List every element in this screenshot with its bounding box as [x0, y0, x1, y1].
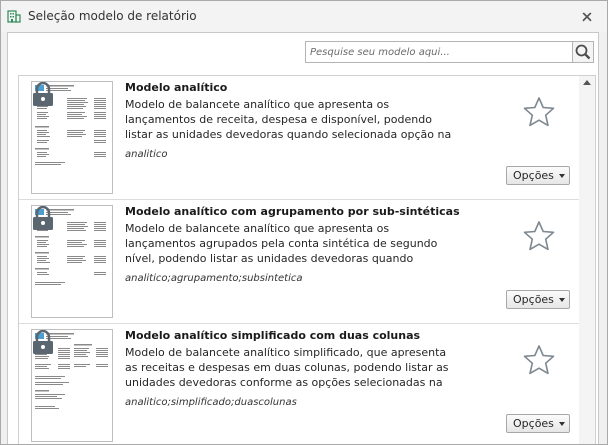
template-description: Modelo de balancete analítico que aprese… [125, 98, 452, 141]
scroll-up-arrow-icon[interactable] [579, 76, 595, 90]
list-item[interactable]: Modelo analítico Modelo de balancete ana… [19, 76, 579, 200]
caret-down-icon [559, 298, 565, 302]
template-tags: analitico;agrupamento;subsintetica [125, 273, 303, 284]
template-description: Modelo de balancete analítico simplifica… [125, 346, 449, 389]
template-title: Modelo analítico simplificado com duas c… [125, 329, 421, 342]
star-icon[interactable] [523, 344, 555, 376]
template-tags: analitico;simplificado;duascolunas [125, 397, 297, 408]
options-button[interactable]: Opções [506, 166, 570, 185]
template-thumbnail [31, 329, 113, 442]
star-icon[interactable] [523, 96, 555, 128]
template-title: Modelo analítico com agrupamento por sub… [125, 205, 460, 218]
list-item[interactable]: Modelo analítico simplificado com duas c… [19, 324, 579, 444]
caret-down-icon [559, 422, 565, 426]
options-label: Opções [513, 293, 554, 306]
template-list[interactable]: Modelo analítico Modelo de balancete ana… [18, 75, 596, 444]
search-box [305, 41, 573, 63]
report-template-dialog: Seleção modelo de relatório Pesquise seu… [0, 0, 608, 445]
options-label: Opções [513, 417, 554, 430]
template-description: Modelo de balancete analítico que aprese… [125, 222, 438, 265]
search-icon [575, 44, 591, 60]
template-title: Modelo analítico [125, 81, 228, 94]
title-bar: Seleção modelo de relatório [1, 1, 607, 32]
options-button[interactable]: Opções [506, 414, 570, 433]
template-thumbnail [31, 81, 113, 194]
search-input[interactable] [306, 42, 572, 62]
star-icon[interactable] [523, 220, 555, 252]
window-title: Seleção modelo de relatório [28, 9, 197, 23]
lock-icon [33, 206, 53, 230]
building-icon [7, 10, 21, 23]
close-icon[interactable] [579, 9, 595, 25]
list-item[interactable]: Modelo analítico com agrupamento por sub… [19, 200, 579, 324]
dialog-content: Modelo analítico Modelo de balancete ana… [7, 32, 599, 444]
template-thumbnail [31, 205, 113, 318]
vertical-scrollbar[interactable] [579, 76, 595, 444]
caret-down-icon [559, 174, 565, 178]
lock-icon [33, 82, 53, 106]
lock-icon [33, 330, 53, 354]
options-button[interactable]: Opções [506, 290, 570, 309]
template-tags: analitico [125, 149, 168, 160]
options-label: Opções [513, 169, 554, 182]
search-button[interactable] [572, 41, 594, 63]
